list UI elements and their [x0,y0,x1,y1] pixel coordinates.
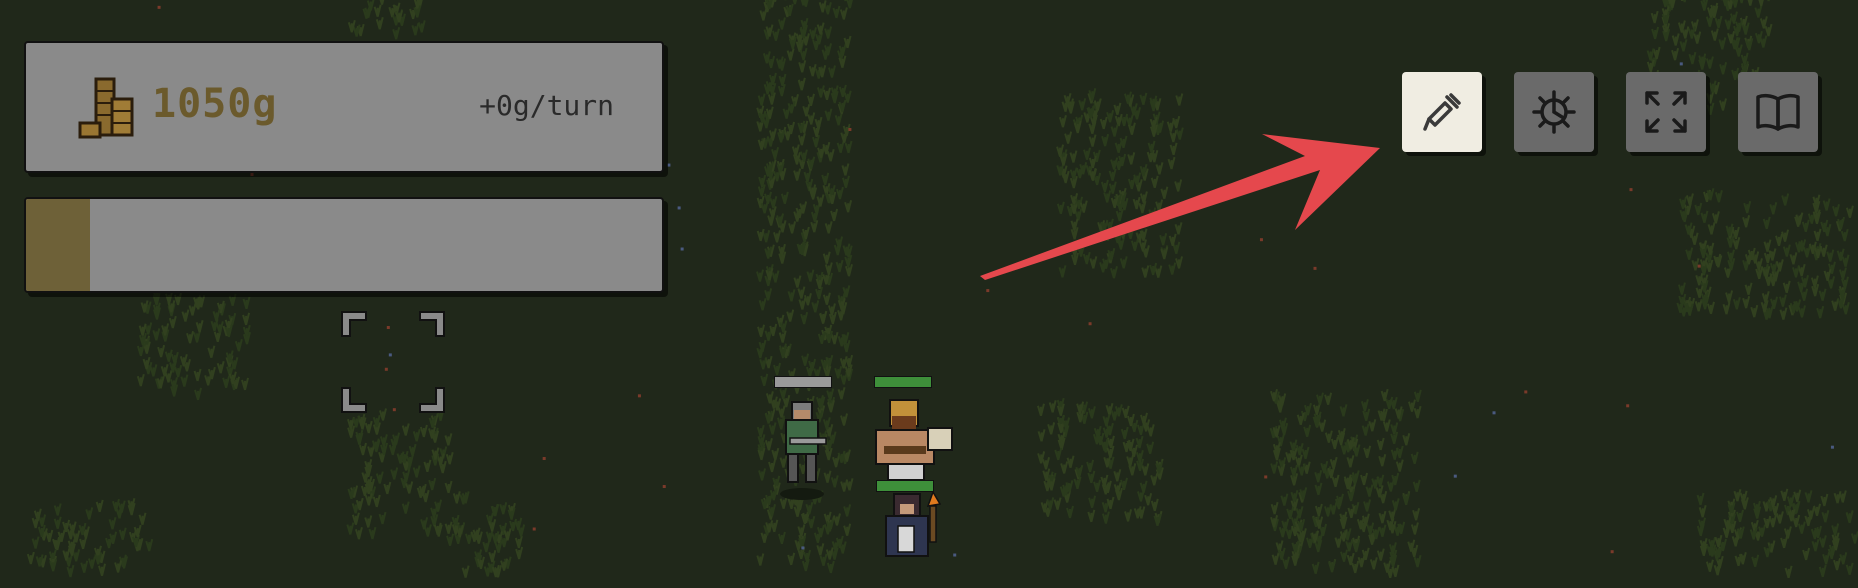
unit-health-bar [876,480,934,492]
editor-tool-button[interactable] [1402,72,1482,152]
torchbearer-unit[interactable] [870,472,960,578]
gold-coins-icon [78,77,134,139]
codex-button[interactable] [1738,72,1818,152]
expand-icon [1645,91,1687,133]
gear-icon [1532,90,1576,134]
dropper-icon [1423,93,1461,131]
fullscreen-button[interactable] [1626,72,1706,152]
gold-amount: 1050g [152,81,278,127]
tile-selection-cursor [341,311,445,413]
torchbearer-sprite [885,492,942,557]
turn-progress-bar [24,197,664,293]
soldier-unit[interactable] [766,372,838,502]
book-icon [1756,93,1800,131]
gold-panel: 1050g +0g/turn [24,41,664,173]
gold-rate: +0g/turn [479,89,614,122]
turn-progress-fill [26,199,90,291]
settings-button[interactable] [1514,72,1594,152]
soldier-sprite [780,401,827,500]
